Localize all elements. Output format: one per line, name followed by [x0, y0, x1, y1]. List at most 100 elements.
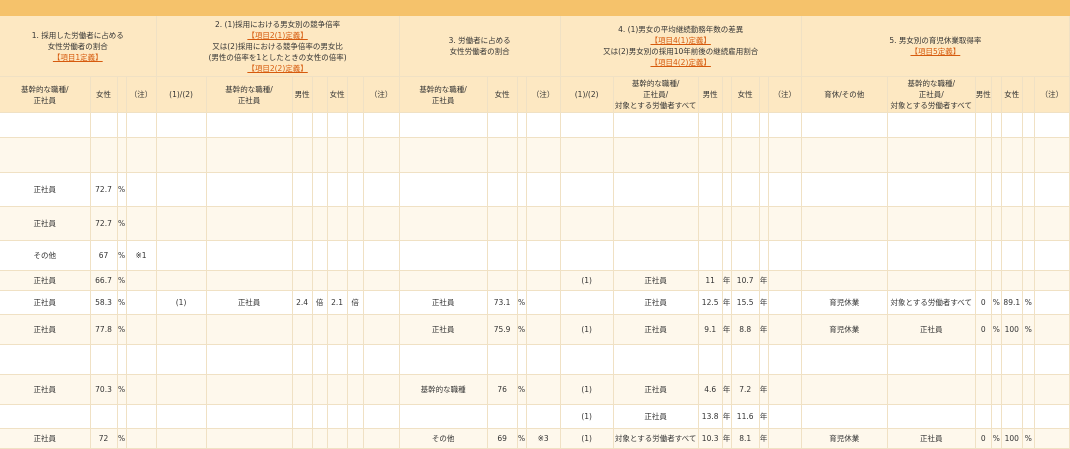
definition-link[interactable]: 【項目1定義】	[0, 52, 155, 63]
column-header: (1)/(2)	[156, 76, 207, 113]
table-cell	[347, 428, 364, 449]
table-cell	[1001, 240, 1023, 271]
table-cell	[698, 172, 723, 207]
table-cell: %	[517, 428, 527, 449]
table-cell	[1034, 404, 1070, 429]
header-line: 1. 採用した労働者に占める	[31, 30, 124, 40]
table-cell	[312, 404, 328, 429]
table-cell	[206, 374, 293, 405]
header-line: 女性	[737, 90, 753, 99]
table-cell	[312, 112, 328, 138]
table-cell	[526, 240, 561, 271]
table-cell	[526, 137, 561, 173]
column-header: 基幹的な職種/正社員/対象とする労働者すべて	[613, 76, 699, 113]
table-cell: 年	[759, 404, 769, 429]
table-cell	[887, 404, 976, 429]
table-cell	[126, 112, 157, 138]
table-cell	[731, 112, 760, 138]
column-header: 女性	[1001, 76, 1023, 113]
definition-link[interactable]: 【項目2(1)定義】	[157, 30, 399, 41]
table-cell	[1022, 172, 1035, 207]
table-cell	[698, 344, 723, 375]
header-line: 男性	[702, 90, 718, 99]
table-cell	[975, 172, 992, 207]
table-cell	[722, 172, 732, 207]
header-line: 女性	[1004, 90, 1020, 99]
table-cell	[560, 240, 614, 271]
table-cell	[801, 240, 888, 271]
table-cell: (1)	[560, 404, 614, 429]
table-cell: 正社員	[0, 172, 91, 207]
table-cell	[363, 137, 400, 173]
table-cell: %	[1022, 290, 1035, 315]
table-cell	[801, 404, 888, 429]
table-cell	[991, 137, 1002, 173]
table-cell	[526, 112, 561, 138]
table-cell	[156, 112, 207, 138]
table-cell: (1)	[156, 290, 207, 315]
table-cell	[327, 137, 348, 173]
table-cell	[363, 290, 400, 315]
definition-link[interactable]: 【項目4(2)定義】	[561, 57, 801, 68]
table-cell: %	[117, 290, 127, 315]
table-cell	[560, 206, 614, 241]
table-cell	[312, 270, 328, 291]
table-cell	[347, 206, 364, 241]
table-cell	[768, 270, 802, 291]
header-line: 2. (1)採用における男女別の競争倍率	[214, 19, 341, 29]
table-cell: 0	[975, 290, 992, 315]
group-header-2: 2. (1)採用における男女別の競争倍率 【項目2(1)定義】 又は(2)採用におけ…	[156, 16, 400, 77]
table-cell: (1)	[560, 374, 614, 405]
header-line: (男性の倍率を1としたときの女性の倍率)	[208, 52, 347, 62]
table-cell	[517, 240, 527, 271]
header-line: 男性	[294, 90, 310, 99]
table-cell	[975, 137, 992, 173]
table-cell: 年	[722, 290, 732, 315]
table-cell	[613, 206, 699, 241]
definition-link[interactable]: 【項目2(2)定義】	[157, 63, 399, 74]
table-cell	[399, 172, 488, 207]
table-cell	[526, 270, 561, 291]
table-cell	[347, 137, 364, 173]
table-cell	[1034, 240, 1070, 271]
table-cell	[1001, 137, 1023, 173]
table-cell	[759, 172, 769, 207]
table-cell	[327, 206, 348, 241]
table-row: 正社員 66.7% (1) 正社員 11 年 10.7 年	[0, 270, 1070, 291]
table-cell	[292, 404, 313, 429]
table-cell	[347, 172, 364, 207]
table-cell: 育児休業	[801, 290, 888, 315]
table-cell	[292, 172, 313, 207]
table-cell	[975, 112, 992, 138]
header-line: 男性	[975, 90, 991, 99]
table-cell	[1001, 112, 1023, 138]
table-cell	[363, 270, 400, 291]
table-cell: 正社員	[399, 290, 488, 315]
table-cell: 72	[90, 428, 118, 449]
header-line: （注）	[773, 90, 796, 99]
column-header: （注）	[526, 76, 561, 113]
table-cell: 15.5	[731, 290, 760, 315]
table-cell: 倍	[347, 290, 364, 315]
table-cell	[292, 428, 313, 449]
table-cell	[487, 404, 518, 429]
table-cell: 66.7	[90, 270, 118, 291]
group-header-4: 4. (1)男女の平均継続勤務年数の差異 【項目4(1)定義】 又は(2)男女別の採…	[560, 16, 802, 77]
table-cell	[1022, 137, 1035, 173]
header-line: 基幹的な職種/	[20, 84, 69, 94]
table-cell: 年	[759, 290, 769, 315]
table-cell: 年	[759, 428, 769, 449]
table-cell	[613, 344, 699, 375]
table-cell	[292, 137, 313, 173]
table-cell	[347, 270, 364, 291]
table-cell	[0, 112, 91, 138]
definition-link[interactable]: 【項目5定義】	[802, 46, 1069, 57]
table-cell	[801, 137, 888, 173]
table-cell: (1)	[560, 270, 614, 291]
table-cell: 8.1	[731, 428, 760, 449]
header-line: 正社員	[431, 95, 455, 105]
definition-link[interactable]: 【項目4(1)定義】	[561, 35, 801, 46]
table-cell	[1034, 137, 1070, 173]
table-cell	[312, 344, 328, 375]
table-cell	[768, 206, 802, 241]
